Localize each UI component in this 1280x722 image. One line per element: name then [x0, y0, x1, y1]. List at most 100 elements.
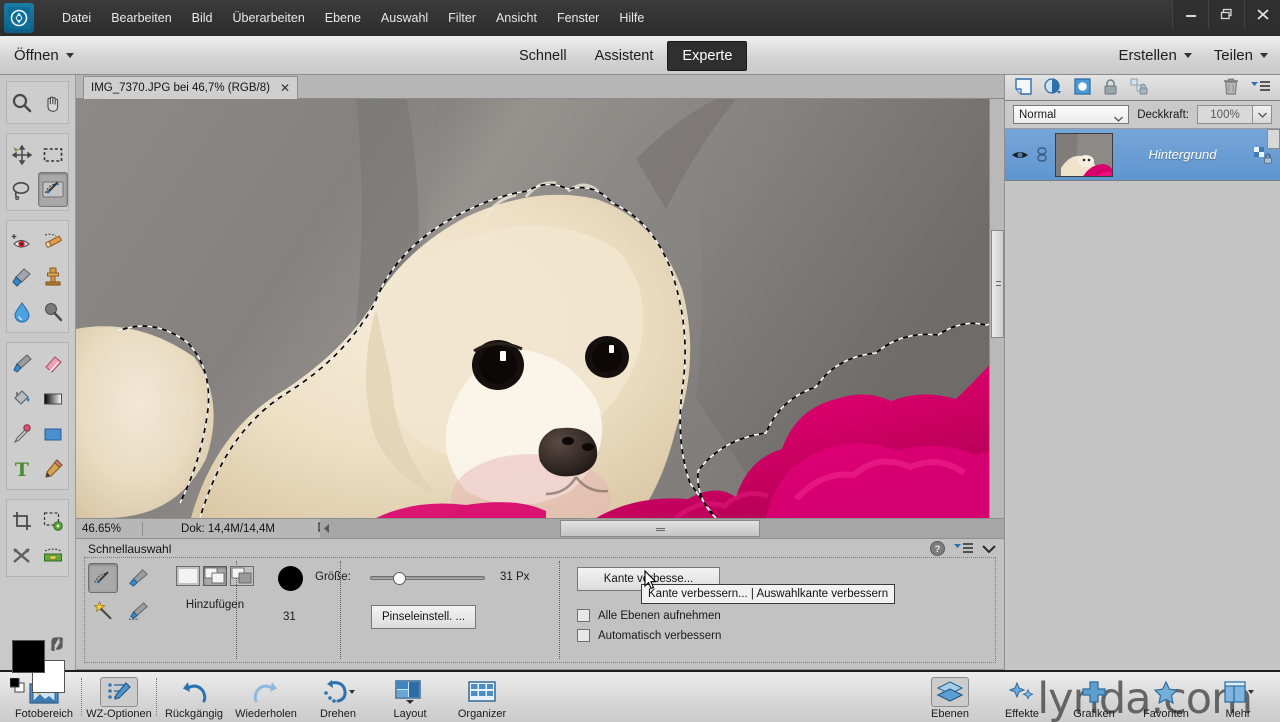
scroll-left-icon[interactable] — [322, 523, 331, 537]
checkbox-box[interactable] — [577, 629, 590, 642]
blend-mode-select[interactable]: Normal — [1013, 105, 1130, 124]
color-swatches[interactable] — [9, 635, 68, 693]
taskbar-item-organizer[interactable]: Organizer — [446, 674, 518, 720]
checkbox-box[interactable] — [577, 609, 590, 622]
scrollbar-thumb[interactable] — [560, 520, 760, 537]
chevron-down-icon[interactable] — [1253, 105, 1272, 124]
smart-brush-tool-icon[interactable] — [7, 259, 38, 294]
teilen-button[interactable]: Teilen — [1214, 47, 1268, 64]
tab-experte[interactable]: Experte — [667, 40, 748, 71]
sponge-tool-icon[interactable] — [38, 294, 69, 329]
taskbar-item-effekte[interactable]: Effekte — [986, 674, 1058, 720]
layer-name[interactable]: Hintergrund — [1119, 147, 1246, 162]
hand-tool-icon[interactable] — [38, 85, 69, 120]
canvas-horizontal-scrollbar[interactable] — [320, 518, 1004, 538]
adjustment-layer-icon[interactable] — [1044, 77, 1062, 98]
quick-selection-brush-icon[interactable] — [88, 563, 118, 593]
shape-tool-icon[interactable] — [38, 416, 69, 451]
delete-layer-icon[interactable] — [1223, 78, 1239, 98]
pencil-tool-icon[interactable] — [38, 451, 69, 486]
lasso-tool-icon[interactable] — [7, 172, 38, 207]
taskbar-item-favoriten[interactable]: Favoriten — [1130, 674, 1202, 720]
brush-preview[interactable] — [278, 566, 303, 591]
add-to-selection-icon[interactable] — [203, 566, 227, 586]
zoom-level[interactable]: 46.65% — [76, 523, 142, 535]
layer-mask-icon[interactable] — [1074, 77, 1091, 98]
type-tool-icon[interactable]: T — [7, 451, 38, 486]
straighten-tool-icon[interactable] — [38, 538, 69, 573]
new-selection-icon[interactable] — [176, 566, 200, 586]
menu-item-filter[interactable]: Filter — [438, 6, 486, 30]
magic-wand-icon[interactable] — [88, 596, 122, 626]
tab-assistent[interactable]: Assistent — [581, 42, 668, 70]
taskbar-item-drehen[interactable]: Drehen — [302, 674, 374, 720]
restore-icon[interactable] — [1208, 0, 1244, 28]
layer-row-hintergrund[interactable]: Hintergrund — [1005, 129, 1280, 181]
rectangular-marquee-tool-icon[interactable] — [38, 137, 69, 172]
taskbar-item-rueckgaengig[interactable]: Rückgängig — [158, 674, 230, 720]
refine-selection-brush-icon[interactable] — [122, 596, 156, 626]
crop-tool-icon[interactable] — [7, 503, 38, 538]
move-tool-icon[interactable] — [7, 137, 38, 172]
taskbar-item-wz-optionen[interactable]: WZ-Optionen — [83, 674, 155, 720]
layers-scrollbar[interactable] — [1267, 129, 1280, 149]
menu-item-datei[interactable]: Datei — [52, 6, 101, 30]
canvas-vertical-scrollbar[interactable] — [989, 99, 1004, 518]
lock-icon[interactable] — [1103, 78, 1118, 98]
menu-item-ueberarbeiten[interactable]: Überarbeiten — [223, 6, 315, 30]
new-layer-icon[interactable] — [1015, 77, 1032, 98]
menu-item-hilfe[interactable]: Hilfe — [609, 6, 654, 30]
layer-thumbnail[interactable] — [1055, 132, 1113, 177]
collapse-chevron-icon[interactable] — [982, 543, 996, 557]
taskbar-item-wiederholen[interactable]: Wiederholen — [230, 674, 302, 720]
foreground-color-swatch[interactable] — [12, 640, 45, 673]
brush-settings-button[interactable]: Pinseleinstell. ... — [371, 605, 477, 629]
recompose-tool-icon[interactable] — [38, 503, 69, 538]
taskbar-item-grafiken[interactable]: Grafiken — [1058, 674, 1130, 720]
link-layers-icon[interactable] — [1130, 78, 1149, 98]
checkbox-auto-enhance[interactable]: Automatisch verbessern — [577, 629, 721, 642]
opacity-control[interactable]: 100% — [1197, 105, 1272, 124]
zoom-tool-icon[interactable] — [7, 85, 38, 120]
gradient-tool-icon[interactable] — [38, 381, 69, 416]
subtract-from-selection-icon[interactable] — [230, 566, 254, 586]
minimize-icon[interactable] — [1172, 0, 1208, 28]
menu-item-ebene[interactable]: Ebene — [315, 6, 371, 30]
document-tab[interactable]: IMG_7370.JPG bei 46,7% (RGB/8) ✕ — [83, 76, 299, 99]
default-colors-icon[interactable] — [9, 677, 25, 693]
close-icon[interactable] — [1244, 0, 1280, 28]
layer-visibility-eye-icon[interactable] — [1011, 149, 1029, 161]
panel-menu-icon[interactable] — [954, 542, 973, 558]
panel-menu-icon[interactable] — [1251, 80, 1270, 96]
taskbar-item-mehr[interactable]: Mehr — [1202, 674, 1274, 720]
menu-item-bild[interactable]: Bild — [182, 6, 223, 30]
tab-schnell[interactable]: Schnell — [505, 42, 581, 70]
help-icon[interactable]: ? — [930, 541, 945, 559]
layer-link-icon[interactable] — [1035, 147, 1049, 162]
clone-stamp-tool-icon[interactable] — [38, 259, 69, 294]
menu-item-auswahl[interactable]: Auswahl — [371, 6, 438, 30]
menu-item-ansicht[interactable]: Ansicht — [486, 6, 547, 30]
red-eye-removal-tool-icon[interactable] — [7, 224, 38, 259]
brush-tool-icon[interactable] — [7, 346, 38, 381]
eraser-tool-icon[interactable] — [38, 346, 69, 381]
eyedropper-tool-icon[interactable] — [7, 416, 38, 451]
image-canvas[interactable] — [76, 99, 1004, 518]
content-aware-move-tool-icon[interactable] — [7, 538, 38, 573]
quick-selection-tool-icon[interactable] — [37, 172, 68, 207]
checkbox-all-layers[interactable]: Alle Ebenen aufnehmen — [577, 609, 721, 622]
scrollbar-thumb[interactable] — [991, 230, 1004, 338]
close-icon[interactable]: ✕ — [280, 81, 290, 95]
erstellen-button[interactable]: Erstellen — [1118, 47, 1192, 64]
size-slider-knob[interactable] — [393, 572, 406, 585]
menu-item-bearbeiten[interactable]: Bearbeiten — [101, 6, 181, 30]
paint-bucket-tool-icon[interactable] — [7, 381, 38, 416]
open-button[interactable]: Öffnen — [14, 47, 74, 64]
taskbar-item-ebenen[interactable]: Ebenen — [914, 674, 986, 720]
menu-item-fenster[interactable]: Fenster — [547, 6, 609, 30]
opacity-value[interactable]: 100% — [1197, 105, 1253, 124]
blur-tool-icon[interactable] — [7, 294, 38, 329]
spot-healing-brush-tool-icon[interactable] — [38, 224, 69, 259]
taskbar-item-layout[interactable]: Layout — [374, 674, 446, 720]
selection-brush-icon[interactable] — [122, 563, 156, 593]
